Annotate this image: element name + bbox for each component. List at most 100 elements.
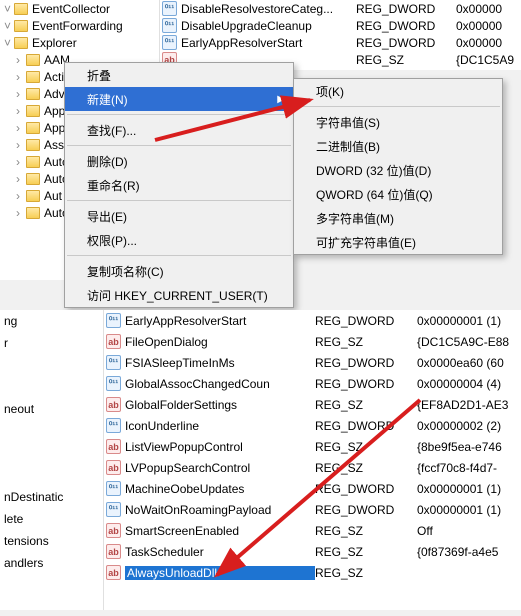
value-row[interactable]: abAlwaysUnloadDllREG_SZ <box>104 562 521 583</box>
tree-item[interactable] <box>0 464 103 486</box>
menu-item-label: 折叠 <box>87 67 111 84</box>
folder-icon <box>26 207 40 219</box>
menu-item[interactable]: 复制项名称(C) <box>65 259 293 283</box>
expand-icon[interactable]: › <box>16 70 26 84</box>
tree-item[interactable]: nDestinatic <box>0 486 103 508</box>
value-row[interactable]: ⁰¹¹FSIASleepTimeInMsREG_DWORD0x0000ea60 … <box>104 352 521 373</box>
tree-item[interactable]: andlers <box>0 552 103 574</box>
value-row[interactable]: ⁰¹¹MachineOobeUpdatesREG_DWORD0x00000001… <box>104 478 521 499</box>
tree-item[interactable]: lete <box>0 508 103 530</box>
reg-dword-icon: ⁰¹¹ <box>162 1 177 16</box>
menu-item[interactable]: 访问 HKEY_CURRENT_USER(T) <box>65 283 293 307</box>
expand-icon[interactable]: › <box>16 104 26 118</box>
value-name: FileOpenDialog <box>125 335 315 349</box>
tree-item[interactable] <box>0 376 103 398</box>
tree-item[interactable] <box>0 354 103 376</box>
value-row[interactable]: ⁰¹¹DisableUpgradeCleanupREG_DWORD0x00000 <box>160 17 521 34</box>
menu-separator <box>67 145 291 146</box>
value-row[interactable]: ⁰¹¹IconUnderlineREG_DWORD0x00000002 (2) <box>104 415 521 436</box>
value-row[interactable]: ⁰¹¹NoWaitOnRoamingPayloadREG_DWORD0x0000… <box>104 499 521 520</box>
expand-icon[interactable]: › <box>16 155 26 169</box>
registry-tree-bottom[interactable]: ng r neout nDestinatic lete tensions andlers <box>0 310 104 610</box>
expand-icon[interactable]: ˅ <box>4 2 14 16</box>
value-name: TaskScheduler <box>125 545 315 559</box>
menu-item[interactable]: 二进制值(B) <box>294 134 502 158</box>
value-row[interactable]: ⁰¹¹EarlyAppResolverStartREG_DWORD0x00000… <box>104 310 521 331</box>
menu-item[interactable]: QWORD (64 位)值(Q) <box>294 182 502 206</box>
expand-icon[interactable]: ˅ <box>4 19 14 33</box>
folder-icon <box>14 3 28 15</box>
registry-values-top[interactable]: ⁰¹¹DisableResolvestoreCateg...REG_DWORD0… <box>160 0 521 70</box>
expand-icon[interactable]: › <box>16 189 26 203</box>
menu-item[interactable]: 导出(E) <box>65 204 293 228</box>
value-data: 0x00000002 (2) <box>417 419 521 433</box>
expand-icon[interactable]: ˅ <box>4 36 14 50</box>
value-name: SmartScreenEnabled <box>125 524 315 538</box>
menu-item[interactable]: 新建(N)▶ <box>65 87 293 111</box>
value-data: 0x00000001 (1) <box>417 503 521 517</box>
menu-item-label: 访问 HKEY_CURRENT_USER(T) <box>87 287 268 304</box>
tree-item[interactable] <box>0 442 103 464</box>
value-row[interactable]: abSmartScreenEnabledREG_SZOff <box>104 520 521 541</box>
tree-item-label: r <box>4 336 8 350</box>
tree-item[interactable]: ng <box>0 310 103 332</box>
value-row[interactable]: ⁰¹¹GlobalAssocChangedCounREG_DWORD0x0000… <box>104 373 521 394</box>
menu-item[interactable]: 项(K) <box>294 79 502 103</box>
menu-item[interactable]: 权限(P)... <box>65 228 293 252</box>
menu-item-label: 可扩充字符串值(E) <box>316 234 416 251</box>
value-row[interactable]: abLVPopupSearchControlREG_SZ{fccf70c8-f4… <box>104 457 521 478</box>
menu-item[interactable]: 查找(F)... <box>65 118 293 142</box>
tree-item[interactable] <box>0 574 103 596</box>
menu-item[interactable]: 可扩充字符串值(E) <box>294 230 502 254</box>
context-menu-new[interactable]: 项(K) 字符串值(S)二进制值(B)DWORD (32 位)值(D)QWORD … <box>293 78 503 255</box>
menu-item[interactable]: 多字符串值(M) <box>294 206 502 230</box>
value-row[interactable]: ⁰¹¹EarlyAppResolverStartREG_DWORD0x00000 <box>160 34 521 51</box>
menu-item[interactable]: 重命名(R) <box>65 173 293 197</box>
expand-icon[interactable]: › <box>16 206 26 220</box>
value-row[interactable]: abGlobalFolderSettingsREG_SZ{EF8AD2D1-AE… <box>104 394 521 415</box>
menu-item[interactable]: 字符串值(S) <box>294 110 502 134</box>
tree-item[interactable]: ˅EventCollector <box>0 0 159 17</box>
expand-icon[interactable]: › <box>16 138 26 152</box>
expand-icon[interactable]: › <box>16 121 26 135</box>
value-name: EarlyAppResolverStart <box>181 36 356 50</box>
value-type: REG_DWORD <box>315 419 417 433</box>
menu-item[interactable]: 删除(D) <box>65 149 293 173</box>
tree-item[interactable]: r <box>0 332 103 354</box>
context-menu-main[interactable]: 折叠新建(N)▶ 查找(F)... 删除(D)重命名(R) 导出(E)权限(P)...… <box>64 62 294 308</box>
value-row[interactable]: abTaskSchedulerREG_SZ{0f87369f-a4e5 <box>104 541 521 562</box>
registry-values-bottom[interactable]: ⁰¹¹EarlyAppResolverStartREG_DWORD0x00000… <box>104 310 521 610</box>
tree-item[interactable] <box>0 420 103 442</box>
expand-icon[interactable]: › <box>16 87 26 101</box>
value-data: {EF8AD2D1-AE3 <box>417 398 521 412</box>
value-row[interactable]: abFileOpenDialogREG_SZ{DC1C5A9C-E88 <box>104 331 521 352</box>
expand-icon[interactable]: › <box>16 53 26 67</box>
value-type: REG_DWORD <box>315 503 417 517</box>
tree-item[interactable]: ˅Explorer <box>0 34 159 51</box>
value-name: MachineOobeUpdates <box>125 482 315 496</box>
reg-sz-icon: ab <box>106 460 121 475</box>
value-row[interactable]: abListViewPopupControlREG_SZ{8be9f5ea-e7… <box>104 436 521 457</box>
value-type: REG_DWORD <box>315 482 417 496</box>
value-name: FSIASleepTimeInMs <box>125 356 315 370</box>
tree-item[interactable]: neout <box>0 398 103 420</box>
tree-item[interactable]: tensions <box>0 530 103 552</box>
folder-icon <box>14 20 28 32</box>
menu-item[interactable]: DWORD (32 位)值(D) <box>294 158 502 182</box>
folder-icon <box>26 190 40 202</box>
tree-item-label: tensions <box>4 534 49 548</box>
tree-item-label: nDestinatic <box>4 490 63 504</box>
value-type: REG_SZ <box>315 461 417 475</box>
value-data: 0x00000 <box>456 19 521 33</box>
tree-item-label: ng <box>4 314 17 328</box>
value-name: ListViewPopupControl <box>125 440 315 454</box>
tree-item[interactable]: ˅EventForwarding <box>0 17 159 34</box>
value-type: REG_DWORD <box>315 377 417 391</box>
value-type: REG_DWORD <box>356 19 456 33</box>
value-row[interactable]: ⁰¹¹DisableResolvestoreCateg...REG_DWORD0… <box>160 0 521 17</box>
value-name: EarlyAppResolverStart <box>125 314 315 328</box>
expand-icon[interactable]: › <box>16 172 26 186</box>
menu-item[interactable]: 折叠 <box>65 63 293 87</box>
reg-dword-icon: ⁰¹¹ <box>106 418 121 433</box>
reg-dword-icon: ⁰¹¹ <box>106 481 121 496</box>
